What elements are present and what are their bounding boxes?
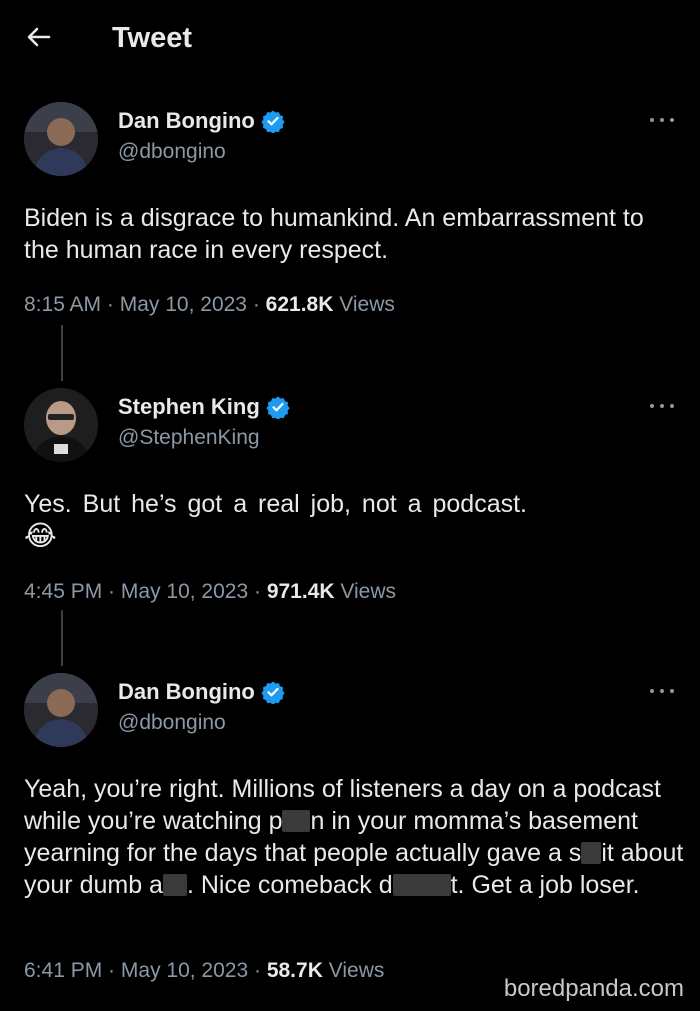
- author-row: Dan Bongino: [118, 108, 285, 134]
- tweet-date[interactable]: May 10, 2023: [121, 959, 248, 982]
- avatar[interactable]: [24, 102, 98, 176]
- censor-block: [392, 874, 451, 896]
- author-handle[interactable]: @StephenKing: [118, 426, 260, 450]
- tweet-meta: 8:15 AM · May 10, 2023 · 621.8K Views: [24, 293, 395, 316]
- tweet-time[interactable]: 8:15 AM: [24, 293, 101, 316]
- author-name[interactable]: Dan Bongino: [118, 108, 255, 134]
- tweet-text: Yes. But he’s got a real job, not a podc…: [24, 488, 684, 553]
- header: Tweet: [0, 0, 700, 80]
- author-name[interactable]: Stephen King: [118, 394, 260, 420]
- author-row: Stephen King: [118, 394, 290, 420]
- verified-badge-icon: [266, 395, 290, 419]
- tweet-meta: 6:41 PM · May 10, 2023 · 58.7K Views: [24, 959, 385, 982]
- tweet-text-content: Yes. But he’s got a real job, not a podc…: [24, 490, 527, 518]
- tweet-text-part: t. Get a job loser.: [450, 871, 640, 899]
- thread-connector: [61, 610, 63, 666]
- tweet-meta: 4:45 PM · May 10, 2023 · 971.4K Views: [24, 580, 397, 603]
- views-count: 58.7K: [266, 959, 323, 982]
- avatar[interactable]: [24, 673, 98, 747]
- verified-badge-icon: [261, 680, 285, 704]
- tweet-time[interactable]: 6:41 PM: [24, 959, 102, 982]
- more-dots-icon[interactable]: [648, 399, 676, 413]
- author-row: Dan Bongino: [118, 679, 285, 705]
- tweet-date[interactable]: May 10, 2023: [121, 580, 248, 603]
- laughing-emoji: 😂: [24, 520, 57, 551]
- author-handle[interactable]: @dbongino: [118, 711, 226, 735]
- verified-badge-icon: [261, 109, 285, 133]
- more-dots-icon[interactable]: [648, 113, 676, 127]
- views-label: Views: [340, 580, 397, 603]
- tweet-time[interactable]: 4:45 PM: [24, 580, 102, 603]
- watermark: boredpanda.com: [503, 975, 684, 1002]
- page-title: Tweet: [112, 22, 193, 54]
- censor-block: [162, 874, 187, 896]
- censor-block: [581, 842, 602, 864]
- tweet-text-part: . Nice comeback d: [186, 871, 393, 899]
- author-name[interactable]: Dan Bongino: [118, 679, 255, 705]
- censor-block: [282, 810, 311, 832]
- views-count: 621.8K: [265, 293, 334, 316]
- more-dots-icon[interactable]: [648, 684, 676, 698]
- avatar[interactable]: [24, 388, 98, 462]
- thread-connector: [61, 325, 63, 381]
- tweet-text: Yeah, you’re right. Millions of listener…: [24, 773, 684, 901]
- tweet-text: Biden is a disgrace to humankind. An emb…: [24, 204, 644, 264]
- tweet-date[interactable]: May 10, 2023: [120, 293, 247, 316]
- back-arrow-icon[interactable]: [24, 22, 54, 52]
- author-handle[interactable]: @dbongino: [118, 140, 226, 164]
- views-count: 971.4K: [266, 580, 335, 603]
- views-label: Views: [328, 959, 385, 982]
- views-label: Views: [339, 293, 395, 316]
